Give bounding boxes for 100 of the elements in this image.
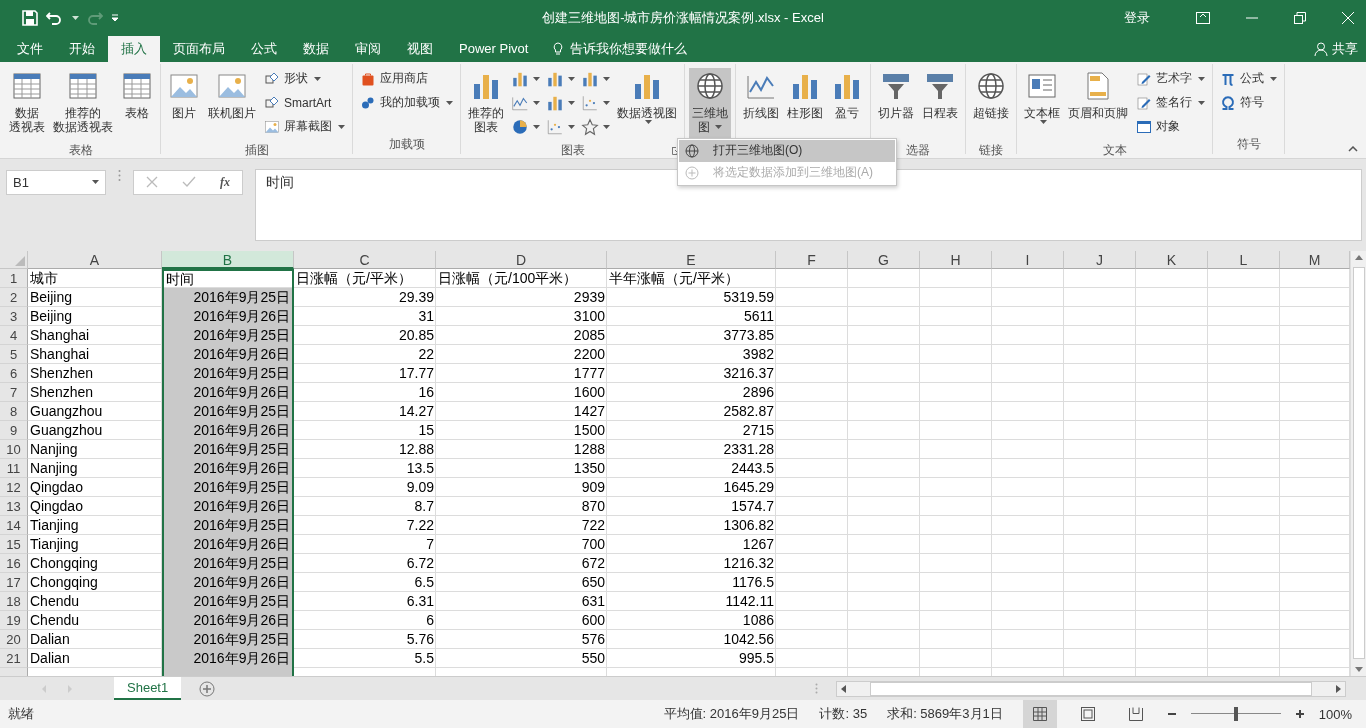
ribbon-button[interactable]: 盈亏 xyxy=(828,67,866,142)
group-label: 选器 xyxy=(906,141,930,159)
table-cell-text: 1306.82 xyxy=(722,515,775,535)
table-cell-text: 909 xyxy=(580,477,606,497)
ribbon-button[interactable]: 推荐的 数据透视表 xyxy=(50,67,116,142)
ribbon-button[interactable]: SmartArt xyxy=(261,91,348,114)
window-title: 创建三维地图-城市房价涨幅情况案例.xlsx - Excel xyxy=(542,8,824,27)
table-cell-text: 1350 xyxy=(572,458,606,478)
ribbon-button[interactable]: 超链接 xyxy=(970,67,1012,142)
table-cell-text: 1288 xyxy=(572,439,606,459)
table-cell-text: Dalian xyxy=(29,648,71,668)
column-header[interactable]: A xyxy=(28,250,162,269)
table-cell-text: Chongqing xyxy=(29,553,99,573)
table-cell-text: Beijing xyxy=(29,287,74,307)
table-cell-text: 22 xyxy=(417,344,435,364)
table-cell-text: 7.22 xyxy=(405,515,435,535)
table-cell-text: 722 xyxy=(580,515,606,535)
table-cell-text: 15 xyxy=(417,420,435,440)
table-cell-text: 672 xyxy=(580,553,606,573)
ribbon-button[interactable]: 日程表 xyxy=(919,67,961,142)
table-cell-text: 1042.56 xyxy=(722,629,775,649)
column-header[interactable]: L xyxy=(1208,250,1280,269)
sheet-tab[interactable]: Sheet1 xyxy=(114,677,182,700)
share-button[interactable]: 共享 xyxy=(1314,35,1358,62)
table-cell-text: 631 xyxy=(580,591,606,611)
column-header[interactable]: C xyxy=(294,250,436,269)
ribbon-tab[interactable]: 插入 xyxy=(108,35,160,62)
table-cell-text: Shanghai xyxy=(29,344,91,364)
column-header[interactable]: E xyxy=(607,250,776,269)
ribbon-tab[interactable]: Power Pivot xyxy=(446,35,542,62)
insert-function-button[interactable]: fx xyxy=(220,174,230,190)
ribbon-button[interactable]: 屏幕截图 xyxy=(261,115,348,138)
ribbon-button[interactable]: 形状 xyxy=(261,67,348,90)
group-label: 插图 xyxy=(244,141,269,159)
name-box[interactable]: B1 xyxy=(6,169,106,195)
status-text: 就绪 xyxy=(8,705,34,723)
ribbon-tab[interactable]: 页面布局 xyxy=(160,35,238,62)
ribbon-button[interactable]: 推荐的 图表 xyxy=(465,67,507,142)
column-header[interactable]: K xyxy=(1136,250,1208,269)
ribbon-button[interactable]: 折线图 xyxy=(740,67,782,142)
table-cell-text: Dalian xyxy=(29,629,71,649)
ribbon-tab[interactable]: 视图 xyxy=(394,35,446,62)
sign-in-link[interactable]: 登录 xyxy=(1124,8,1150,27)
table-cell-text: 600 xyxy=(580,610,606,630)
ribbon-tab[interactable]: 数据 xyxy=(290,35,342,62)
ribbon-tab[interactable]: 开始 xyxy=(56,35,108,62)
column-header[interactable]: M xyxy=(1280,250,1350,269)
ribbon-tab[interactable]: 审阅 xyxy=(342,35,394,62)
ribbon-button[interactable]: 联机图片 xyxy=(205,67,259,142)
table-cell-text: 1267 xyxy=(741,534,775,554)
column-header[interactable]: F xyxy=(776,250,848,269)
table-cell-text: 576 xyxy=(580,629,606,649)
ribbon-button[interactable]: 我的加载项 xyxy=(357,91,456,114)
table-cell-text: Shanghai xyxy=(29,325,91,345)
table-cell-text: 870 xyxy=(580,496,606,516)
table-cell-text: 995.5 xyxy=(737,648,775,668)
table-cell-text: Chongqing xyxy=(29,572,99,592)
status-stat: 求和: 5869年3月1日 xyxy=(887,705,1003,723)
table-cell-text: 2443.5 xyxy=(730,458,775,478)
ribbon-button[interactable]: 签名行 xyxy=(1133,91,1208,114)
ribbon-button[interactable]: 符号 xyxy=(1217,91,1280,114)
table-cell-text: 1600 xyxy=(572,382,606,402)
ribbon-button[interactable]: 艺术字 xyxy=(1133,67,1208,90)
menu-item[interactable]: 打开三维地图(O) xyxy=(679,139,895,162)
table-cell-text: 1427 xyxy=(572,401,606,421)
table-cell-text: 2715 xyxy=(741,420,775,440)
ribbon-button[interactable]: 图片 xyxy=(165,67,203,142)
ribbon-button[interactable]: 公式 xyxy=(1217,67,1280,90)
ribbon-tab[interactable]: 公式 xyxy=(238,35,290,62)
column-header[interactable]: H xyxy=(920,250,992,269)
zoom-level[interactable]: 100% xyxy=(1318,706,1352,722)
table-cell-text: 2085 xyxy=(572,325,606,345)
ribbon-button[interactable]: 页眉和页脚 xyxy=(1065,67,1131,142)
column-header[interactable]: J xyxy=(1064,250,1136,269)
table-cell-text: 日涨幅（元/100平米） xyxy=(437,268,579,288)
table-cell-text: Nanjing xyxy=(29,439,79,459)
table-cell-text: 1216.32 xyxy=(722,553,775,573)
table-cell-text: 1086 xyxy=(741,610,775,630)
ribbon-button[interactable]: 对象 xyxy=(1133,115,1208,138)
ribbon-button[interactable]: 柱形图 xyxy=(784,67,826,142)
ribbon-button[interactable]: 文本框 xyxy=(1021,67,1063,142)
ribbon-button[interactable]: 数据 透视表 xyxy=(6,67,48,142)
tell-me-field[interactable]: 告诉我你想要做什么 xyxy=(553,35,703,62)
table-cell-text: 700 xyxy=(580,534,606,554)
column-header[interactable]: G xyxy=(848,250,920,269)
column-header[interactable]: B xyxy=(162,250,294,269)
group-label: 符号 xyxy=(1236,136,1261,154)
ribbon-button[interactable]: 表格 xyxy=(118,67,156,142)
table-cell-text: 12.88 xyxy=(397,439,435,459)
ribbon-button[interactable]: 切片器 xyxy=(875,67,917,142)
ribbon-button[interactable]: 数据透视图 xyxy=(614,67,680,142)
column-header[interactable]: I xyxy=(992,250,1064,269)
table-cell-text: 16 xyxy=(417,382,435,402)
table-cell-text: Tianjing xyxy=(29,534,80,554)
ribbon-button[interactable]: 应用商店 xyxy=(357,67,456,90)
ribbon-tab[interactable]: 文件 xyxy=(4,35,56,62)
table-cell-text: 2939 xyxy=(572,287,606,307)
table-cell-text: Guangzhou xyxy=(29,401,104,421)
group-label: 链接 xyxy=(979,141,1003,159)
column-header[interactable]: D xyxy=(436,250,607,269)
